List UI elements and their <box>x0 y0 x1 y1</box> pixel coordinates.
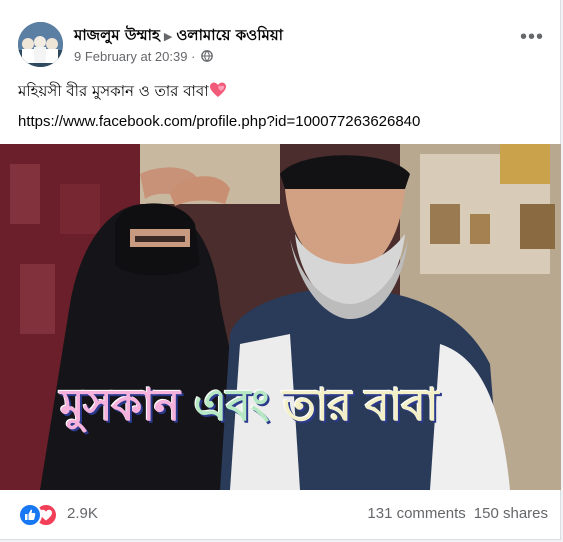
shares-count[interactable]: 150 shares <box>474 505 548 522</box>
group-name[interactable]: ওলামায়ে কওমিয়া <box>176 26 283 44</box>
post-link[interactable]: https://www.facebook.com/profile.php?id=… <box>18 113 420 130</box>
engagement-stats: 131 comments 150 shares <box>359 505 548 522</box>
reaction-count[interactable]: 2.9K <box>67 505 98 522</box>
hearts-emoji-icon <box>209 82 227 102</box>
avatar[interactable] <box>18 22 63 67</box>
post-meta: 9 February at 20:39 · <box>74 49 213 65</box>
overlay-part-3: তার বাবা <box>282 380 439 431</box>
author-line: মাজলুম উম্মাহ ▶ ওলামায়ে কওমিয়া <box>74 24 283 49</box>
caption-text: মহিয়সী বীর মুসকান ও তার বাবা <box>18 82 209 100</box>
image-overlay-text: মুসকান এবং তার বাবা <box>60 372 439 445</box>
comments-count[interactable]: 131 comments <box>367 505 465 522</box>
like-reaction-icon <box>18 503 42 527</box>
post-caption: মহিয়সী বীর মুসকান ও তার বাবা <box>18 80 227 105</box>
overlay-part-1: মুসকান <box>60 380 194 431</box>
arrow-right-icon: ▶ <box>163 30 173 43</box>
post-card: মাজলুম উম্মাহ ▶ ওলামায়ে কওমিয়া 9 Februar… <box>0 0 561 540</box>
globe-icon <box>201 50 213 65</box>
post-header: মাজলুম উম্মাহ ▶ ওলামায়ে কওমিয়া 9 Februar… <box>18 22 548 68</box>
author-name[interactable]: মাজলুম উম্মাহ <box>74 26 160 44</box>
overlay-part-2: এবং <box>193 380 283 431</box>
post-footer: 2.9K 131 comments 150 shares <box>18 501 548 529</box>
more-options-icon[interactable]: ••• <box>520 27 544 47</box>
post-image[interactable]: মুসকান এবং তার বাবা <box>0 144 561 490</box>
post-timestamp[interactable]: 9 February at 20:39 <box>74 49 187 64</box>
meta-separator: · <box>191 49 196 64</box>
